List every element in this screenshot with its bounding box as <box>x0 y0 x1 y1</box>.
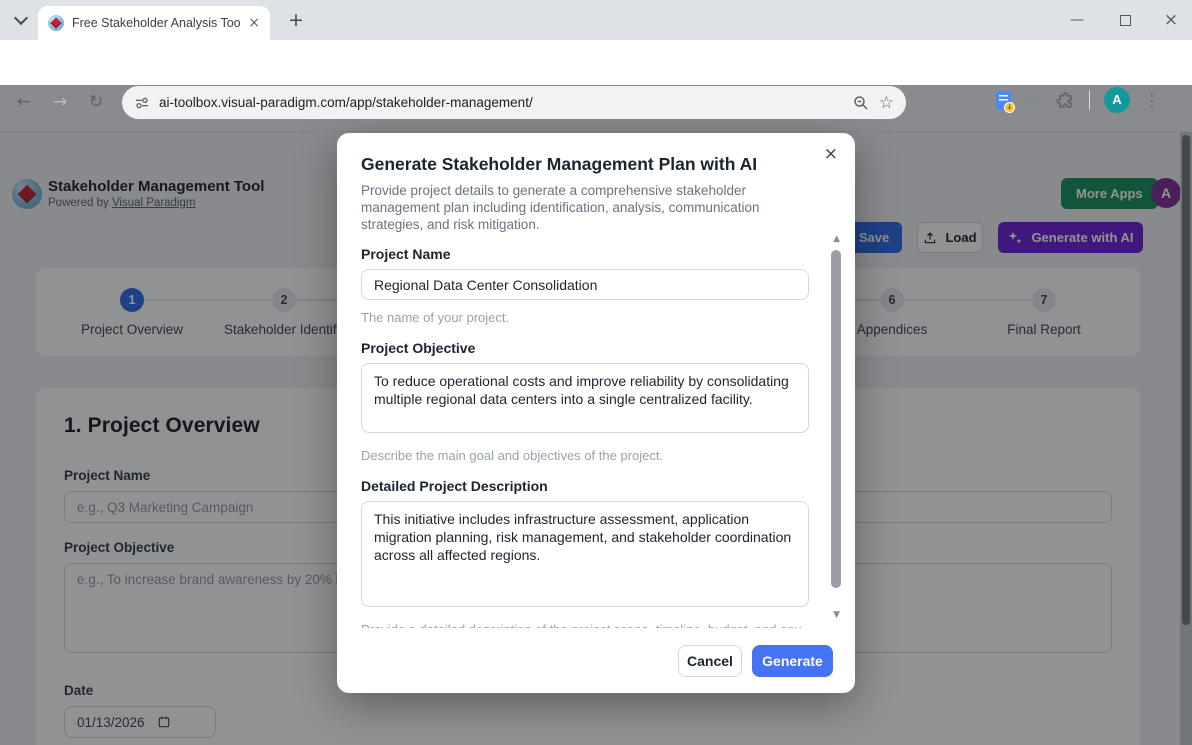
browser-toolbar: ← → ↻ ai-toolbox.visual-paradigm.com/app… <box>0 40 1192 85</box>
docs-extension-icon[interactable]: ↓ <box>996 91 1011 110</box>
tab-close-icon[interactable]: × <box>248 16 260 30</box>
extension-icons: ↓ A ⋮ <box>996 87 1160 113</box>
modal-project-objective-input[interactable]: To reduce operational costs and improve … <box>361 363 809 433</box>
modal-project-objective-helper: Describe the main goal and objectives of… <box>361 447 809 464</box>
tab-favicon <box>48 15 64 31</box>
site-settings-icon[interactable] <box>134 95 150 111</box>
tab-title: Free Stakeholder Analysis Tool | <box>72 16 240 30</box>
modal-title: Generate Stakeholder Management Plan wit… <box>337 133 855 175</box>
extensions-puzzle-icon[interactable] <box>1056 91 1075 110</box>
zoom-out-icon[interactable] <box>852 94 870 112</box>
window-minimize-button[interactable]: — <box>1060 0 1094 40</box>
reload-button[interactable]: ↻ <box>84 91 108 115</box>
modal-project-name-label: Project Name <box>361 246 809 262</box>
modal-project-name-helper: The name of your project. <box>361 309 809 326</box>
window-close-button[interactable]: × <box>1154 0 1188 40</box>
new-tab-button[interactable]: + <box>284 9 308 33</box>
modal-detailed-description-helper: Provide a detailed description of the pr… <box>361 621 809 628</box>
tab-search-chevron-icon[interactable] <box>14 12 28 26</box>
forward-button[interactable]: → <box>48 91 72 115</box>
browser-window: Free Stakeholder Analysis Tool | × + — ×… <box>0 0 1192 745</box>
cancel-button[interactable]: Cancel <box>678 645 742 677</box>
window-maximize-button[interactable] <box>1108 0 1142 40</box>
toolbar-divider <box>1089 90 1090 110</box>
browser-tab[interactable]: Free Stakeholder Analysis Tool | × <box>38 6 270 40</box>
tab-strip: Free Stakeholder Analysis Tool | × + — × <box>0 0 1192 40</box>
url-text[interactable]: ai-toolbox.visual-paradigm.com/app/stake… <box>159 95 843 110</box>
modal-scroll-down-icon[interactable]: ▼ <box>833 610 840 620</box>
generate-button[interactable]: Generate <box>752 645 833 677</box>
modal-detailed-description-input[interactable]: This initiative includes infrastructure … <box>361 501 809 607</box>
modal-footer: Cancel Generate <box>337 628 855 693</box>
address-bar[interactable]: ai-toolbox.visual-paradigm.com/app/stake… <box>122 86 906 119</box>
modal-scrollbar-thumb[interactable] <box>831 250 841 588</box>
browser-menu-icon[interactable]: ⋮ <box>1144 91 1160 110</box>
browser-profile-avatar[interactable]: A <box>1104 87 1130 113</box>
comment-icon[interactable] <box>1025 94 1042 107</box>
generate-plan-modal: × Generate Stakeholder Management Plan w… <box>337 133 855 693</box>
modal-project-objective-label: Project Objective <box>361 340 809 356</box>
modal-detailed-description-label: Detailed Project Description <box>361 478 809 494</box>
modal-description: Provide project details to generate a co… <box>337 175 855 233</box>
bookmark-star-icon[interactable]: ☆ <box>879 93 894 113</box>
modal-form: Project Name The name of your project. P… <box>337 228 855 628</box>
back-button[interactable]: ← <box>12 91 36 115</box>
modal-close-icon[interactable]: × <box>824 146 838 163</box>
modal-scroll-up-icon[interactable]: ▲ <box>833 234 840 244</box>
modal-project-name-input[interactable] <box>361 269 809 300</box>
